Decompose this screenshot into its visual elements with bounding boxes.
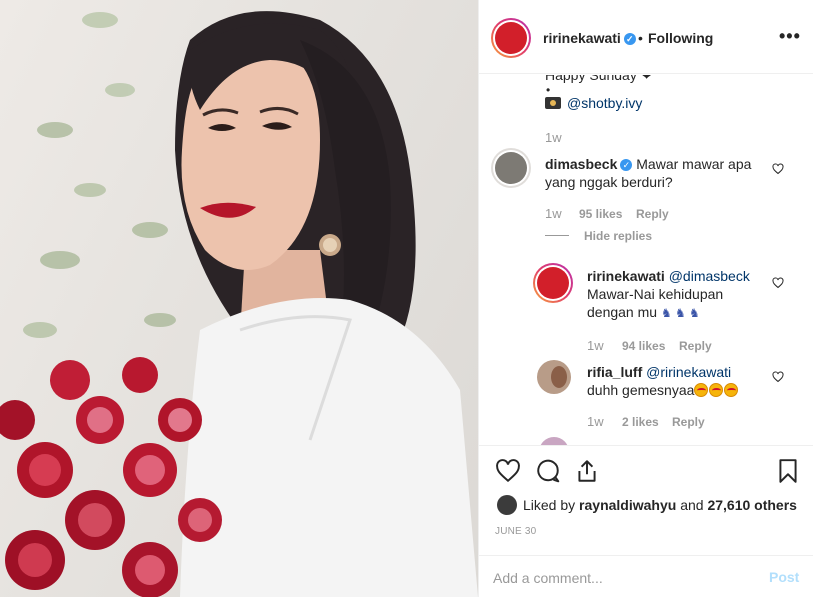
reply-time[interactable]: 1w	[587, 338, 604, 353]
star-struck-emoji-icon	[724, 383, 739, 397]
liked-by-text: Liked by raynaldiwahyu and 27,610 others	[523, 497, 797, 513]
comment-text-line1: Mawar mawar apa	[636, 156, 752, 172]
liked-by-prefix: Liked by	[523, 497, 576, 513]
comment-likes[interactable]: 95 likes	[579, 207, 622, 221]
post-sidebar: ririnekawati ✓ • Following ••• Happy Sund…	[478, 0, 813, 597]
reply-mention[interactable]: @dimasbeck	[669, 268, 750, 284]
verified-badge-icon: ✓	[623, 33, 636, 45]
reply-like-heart-icon[interactable]	[772, 277, 784, 289]
reply-likes[interactable]: 2 likes	[622, 415, 659, 429]
more-options-icon[interactable]: •••	[779, 26, 801, 47]
dancer-emoji-icon: ♞	[674, 306, 686, 320]
comment-reply-button[interactable]: Reply	[636, 207, 669, 221]
reply-text-line1: duhh gemesnyaa	[587, 382, 695, 398]
reply-text-line2: dengan mu	[587, 304, 658, 320]
caption-credit-line: @shotby.ivy	[545, 95, 642, 111]
reply-body: rifia_luff @ririnekawati duhh gemesnyaa	[587, 363, 739, 399]
reply-mention[interactable]: @ririnekawati	[646, 364, 731, 380]
dancer-emoji-icon: ♞	[688, 306, 700, 320]
star-struck-emoji-icon	[709, 383, 724, 397]
heart-icon[interactable]	[495, 458, 521, 484]
camera-icon	[545, 97, 561, 109]
liked-by-user[interactable]: raynaldiwahyu	[579, 497, 676, 513]
comment-time[interactable]: 1w	[545, 206, 562, 221]
star-struck-emoji-icon	[694, 383, 709, 397]
comment-username[interactable]: dimasbeck	[545, 156, 617, 172]
hide-replies-divider	[545, 235, 569, 236]
reply-avatar[interactable]	[537, 360, 571, 394]
liked-by-and: and	[680, 497, 704, 513]
post-actions: Liked by raynaldiwahyu and 27,610 others…	[479, 445, 813, 555]
bookmark-icon[interactable]	[775, 458, 801, 484]
dancer-emoji-icon: ♞	[660, 306, 672, 320]
reply-text-line1: Mawar-Nai kehidupan	[587, 286, 724, 302]
reply-body: ririnekawati @dimasbeck	[587, 267, 777, 285]
reply-avatar[interactable]	[533, 263, 573, 303]
reply-username[interactable]: rifia_luff	[587, 364, 642, 380]
post-header: ririnekawati ✓ • Following •••	[479, 0, 813, 74]
following-button[interactable]: Following	[648, 30, 713, 46]
author-username-row[interactable]: ririnekawati ✓	[543, 30, 636, 46]
reply-username[interactable]: ririnekawati	[587, 268, 665, 284]
comments-list[interactable]: Happy Sunday ❤ • @shotby.ivy 1w dimasbec…	[479, 75, 813, 445]
reply-reply-button[interactable]: Reply	[672, 415, 705, 429]
reply-avatar[interactable]	[539, 437, 569, 445]
credit-link[interactable]: @shotby.ivy	[567, 95, 642, 111]
portrait-image	[0, 11, 478, 597]
hide-replies-button[interactable]: Hide replies	[584, 229, 652, 243]
add-comment-bar: Post	[479, 555, 813, 597]
post-photo[interactable]	[0, 0, 478, 597]
author-username[interactable]: ririnekawati	[543, 30, 621, 46]
reply-reply-button[interactable]: Reply	[679, 339, 712, 353]
comment-text-line2: yang nggak berduri?	[545, 174, 673, 190]
comment-icon[interactable]	[535, 458, 561, 484]
comment-body: dimasbeck ✓ Mawar mawar apa yang nggak be…	[545, 155, 751, 191]
share-icon[interactable]	[574, 458, 600, 484]
reply-time[interactable]: 1w	[587, 414, 604, 429]
commenter-avatar[interactable]	[491, 148, 531, 188]
liked-by-avatar[interactable]	[497, 495, 517, 515]
header-separator: •	[638, 30, 643, 46]
comment-like-heart-icon[interactable]	[772, 163, 784, 175]
author-avatar[interactable]	[491, 18, 531, 58]
post-date[interactable]: JUNE 30	[495, 526, 536, 537]
caption-text: Happy Sunday ❤	[545, 75, 653, 83]
verified-badge-icon: ✓	[620, 159, 633, 171]
reply-text: Mawar-Nai kehidupan dengan mu ♞ ♞ ♞	[587, 285, 723, 322]
likes-count[interactable]: 27,610 others	[707, 497, 797, 513]
reply-likes[interactable]: 94 likes	[622, 339, 665, 353]
add-comment-input[interactable]	[493, 568, 753, 588]
caption-time[interactable]: 1w	[545, 130, 562, 145]
reply-like-heart-icon[interactable]	[772, 371, 784, 383]
post-button[interactable]: Post	[769, 569, 799, 585]
